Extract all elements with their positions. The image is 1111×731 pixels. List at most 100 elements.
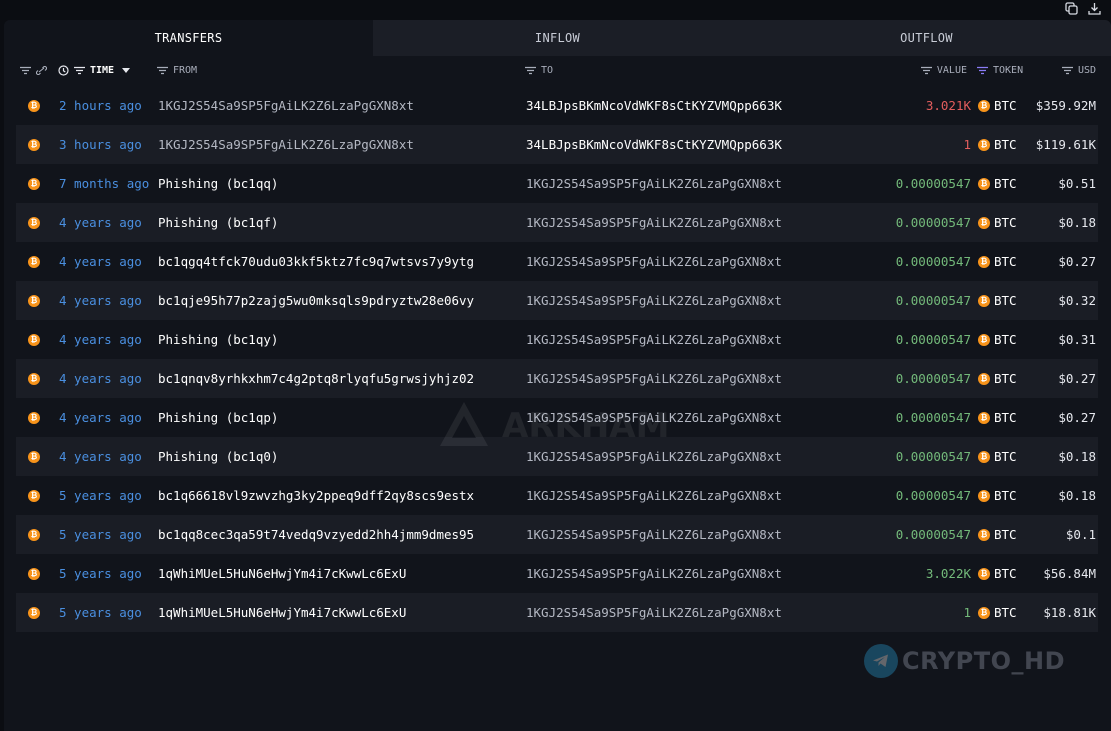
from-address[interactable]: Phishing (bc1q0) <box>158 437 278 476</box>
to-address[interactable]: 1KGJ2S54Sa9SP5FgAiLK2Z6LzaPgGXN8xt <box>526 515 782 554</box>
time-link[interactable]: 5 years ago <box>59 476 142 515</box>
filter-icon[interactable] <box>920 66 932 75</box>
table-row[interactable]: ₿ 4 years ago Phishing (bc1q0) 1KGJ2S54Sa9S… <box>16 437 1098 476</box>
time-link[interactable]: 5 years ago <box>59 554 142 593</box>
table-row[interactable]: ₿ 4 years ago bc1qje95h77p2zajg5wu0mksqls9… <box>16 281 1098 320</box>
tab-outflow[interactable]: OUTFLOW <box>742 20 1111 56</box>
table-row[interactable]: ₿ 4 years ago Phishing (bc1qp) 1KGJ2S54Sa9S… <box>16 398 1098 437</box>
from-address[interactable]: bc1q66618vl9zwvzhg3ky2ppeq9dff2qy8scs9es… <box>158 476 474 515</box>
table-row[interactable]: ₿ 2 hours ago 1KGJ2S54Sa9SP5FgAiLK2Z6LzaPg… <box>16 86 1098 125</box>
btc-token-icon: ₿ <box>978 138 990 151</box>
filter-icon[interactable] <box>525 66 536 75</box>
link-icon[interactable] <box>36 65 47 75</box>
time-link[interactable]: 3 hours ago <box>59 125 142 164</box>
to-address[interactable]: 1KGJ2S54Sa9SP5FgAiLK2Z6LzaPgGXN8xt <box>526 359 782 398</box>
header-from[interactable]: FROM <box>157 56 197 84</box>
download-icon[interactable] <box>1088 2 1101 15</box>
to-address[interactable]: 1KGJ2S54Sa9SP5FgAiLK2Z6LzaPgGXN8xt <box>526 398 782 437</box>
token-cell[interactable]: ₿ BTC <box>978 320 1017 359</box>
header-to[interactable]: TO <box>525 56 553 84</box>
filter-icon[interactable] <box>74 66 85 75</box>
token-cell[interactable]: ₿ BTC <box>978 242 1017 281</box>
to-address[interactable]: 1KGJ2S54Sa9SP5FgAiLK2Z6LzaPgGXN8xt <box>526 476 782 515</box>
to-address[interactable]: 1KGJ2S54Sa9SP5FgAiLK2Z6LzaPgGXN8xt <box>526 203 782 242</box>
filter-icon[interactable] <box>157 66 168 75</box>
copy-icon[interactable] <box>1065 1 1078 15</box>
time-link[interactable]: 5 years ago <box>59 593 142 632</box>
token-cell[interactable]: ₿ BTC <box>978 515 1017 554</box>
value-amount: 0.00000547 <box>895 488 971 503</box>
token-cell[interactable]: ₿ BTC <box>978 398 1017 437</box>
token-symbol: BTC <box>994 410 1017 425</box>
table-row[interactable]: ₿ 4 years ago bc1qgq4tfck70udu03kkf5ktz7fc… <box>16 242 1098 281</box>
time-link[interactable]: 7 months ago <box>59 164 149 203</box>
from-address[interactable]: Phishing (bc1qy) <box>158 320 278 359</box>
table-row[interactable]: ₿ 4 years ago Phishing (bc1qy) 1KGJ2S54Sa9S… <box>16 320 1098 359</box>
time-link[interactable]: 4 years ago <box>59 359 142 398</box>
from-address[interactable]: 1qWhiMUeL5HuN6eHwjYm4i7cKwwLc6ExU <box>158 554 406 593</box>
token-cell[interactable]: ₿ BTC <box>978 86 1017 125</box>
token-cell[interactable]: ₿ BTC <box>978 476 1017 515</box>
value-amount: 0.00000547 <box>895 254 971 269</box>
table-row[interactable]: ₿ 4 years ago bc1qnqv8yrhkxhm7c4g2ptq8rlyq… <box>16 359 1098 398</box>
time-link[interactable]: 4 years ago <box>59 398 142 437</box>
table-row[interactable]: ₿ 7 months ago Phishing (bc1qq) 1KGJ2S54Sa9… <box>16 164 1098 203</box>
to-address[interactable]: 1KGJ2S54Sa9SP5FgAiLK2Z6LzaPgGXN8xt <box>526 593 782 632</box>
token-cell[interactable]: ₿ BTC <box>978 437 1017 476</box>
from-address[interactable]: bc1qnqv8yrhkxhm7c4g2ptq8rlyqfu5grwsjyhjz… <box>158 359 474 398</box>
to-address[interactable]: 34LBJpsBKmNcoVdWKF8sCtKYZVMQpp663K <box>526 125 782 164</box>
to-address[interactable]: 1KGJ2S54Sa9SP5FgAiLK2Z6LzaPgGXN8xt <box>526 281 782 320</box>
to-address[interactable]: 1KGJ2S54Sa9SP5FgAiLK2Z6LzaPgGXN8xt <box>526 320 782 359</box>
table-row[interactable]: ₿ 3 hours ago 1KGJ2S54Sa9SP5FgAiLK2Z6LzaPg… <box>16 125 1098 164</box>
token-cell[interactable]: ₿ BTC <box>978 125 1017 164</box>
token-symbol: BTC <box>994 527 1017 542</box>
time-link[interactable]: 4 years ago <box>59 203 142 242</box>
from-address[interactable]: Phishing (bc1qp) <box>158 398 278 437</box>
token-cell[interactable]: ₿ BTC <box>978 164 1017 203</box>
time-link[interactable]: 4 years ago <box>59 320 142 359</box>
header-usd[interactable]: USD <box>1044 56 1096 84</box>
time-link[interactable]: 4 years ago <box>59 281 142 320</box>
time-link[interactable]: 2 hours ago <box>59 86 142 125</box>
filter-icon[interactable] <box>1061 66 1073 75</box>
from-address[interactable]: Phishing (bc1qf) <box>158 203 278 242</box>
btc-token-icon: ₿ <box>978 333 990 346</box>
table-row[interactable]: ₿ 4 years ago Phishing (bc1qf) 1KGJ2S54Sa9S… <box>16 203 1098 242</box>
token-cell[interactable]: ₿ BTC <box>978 359 1017 398</box>
to-address[interactable]: 1KGJ2S54Sa9SP5FgAiLK2Z6LzaPgGXN8xt <box>526 242 782 281</box>
table-row[interactable]: ₿ 5 years ago bc1qq8cec3qa59t74vedq9vzyedd… <box>16 515 1098 554</box>
to-address[interactable]: 1KGJ2S54Sa9SP5FgAiLK2Z6LzaPgGXN8xt <box>526 164 782 203</box>
header-value[interactable]: VALUE <box>884 56 967 84</box>
filter-active-icon[interactable] <box>977 66 988 75</box>
from-address[interactable]: bc1qje95h77p2zajg5wu0mksqls9pdryztw28e06… <box>158 281 474 320</box>
filter-icon[interactable] <box>20 66 31 75</box>
token-cell[interactable]: ₿ BTC <box>978 554 1017 593</box>
token-cell[interactable]: ₿ BTC <box>978 593 1017 632</box>
btc-coin-icon: ₿ <box>28 86 40 125</box>
to-address[interactable]: 1KGJ2S54Sa9SP5FgAiLK2Z6LzaPgGXN8xt <box>526 554 782 593</box>
time-link[interactable]: 5 years ago <box>59 515 142 554</box>
from-address[interactable]: bc1qq8cec3qa59t74vedq9vzyedd2hh4jmm9dmes… <box>158 515 474 554</box>
tab-inflow[interactable]: INFLOW <box>373 20 742 56</box>
sort-desc-icon[interactable] <box>122 67 131 73</box>
from-address[interactable]: 1KGJ2S54Sa9SP5FgAiLK2Z6LzaPgGXN8xt <box>158 86 414 125</box>
table-row[interactable]: ₿ 5 years ago 1qWhiMUeL5HuN6eHwjYm4i7cKwwL… <box>16 593 1098 632</box>
to-address[interactable]: 34LBJpsBKmNcoVdWKF8sCtKYZVMQpp663K <box>526 86 782 125</box>
token-cell[interactable]: ₿ BTC <box>978 203 1017 242</box>
from-address[interactable]: 1qWhiMUeL5HuN6eHwjYm4i7cKwwLc6ExU <box>158 593 406 632</box>
header-token[interactable]: TOKEN <box>977 56 1023 84</box>
btc-coin-icon: ₿ <box>28 515 40 554</box>
from-address[interactable]: 1KGJ2S54Sa9SP5FgAiLK2Z6LzaPgGXN8xt <box>158 125 414 164</box>
to-address[interactable]: 1KGJ2S54Sa9SP5FgAiLK2Z6LzaPgGXN8xt <box>526 437 782 476</box>
tab-transfers[interactable]: TRANSFERS <box>4 20 373 56</box>
time-link[interactable]: 4 years ago <box>59 437 142 476</box>
header-time[interactable]: TIME <box>58 56 131 84</box>
time-link[interactable]: 4 years ago <box>59 242 142 281</box>
token-cell[interactable]: ₿ BTC <box>978 281 1017 320</box>
token-symbol: BTC <box>994 254 1017 269</box>
from-address[interactable]: bc1qgq4tfck70udu03kkf5ktz7fc9q7wtsvs7y9y… <box>158 242 474 281</box>
table-row[interactable]: ₿ 5 years ago 1qWhiMUeL5HuN6eHwjYm4i7cKwwL… <box>16 554 1098 593</box>
btc-token-icon: ₿ <box>978 606 990 619</box>
table-row[interactable]: ₿ 5 years ago bc1q66618vl9zwvzhg3ky2ppeq9d… <box>16 476 1098 515</box>
from-address[interactable]: Phishing (bc1qq) <box>158 164 278 203</box>
